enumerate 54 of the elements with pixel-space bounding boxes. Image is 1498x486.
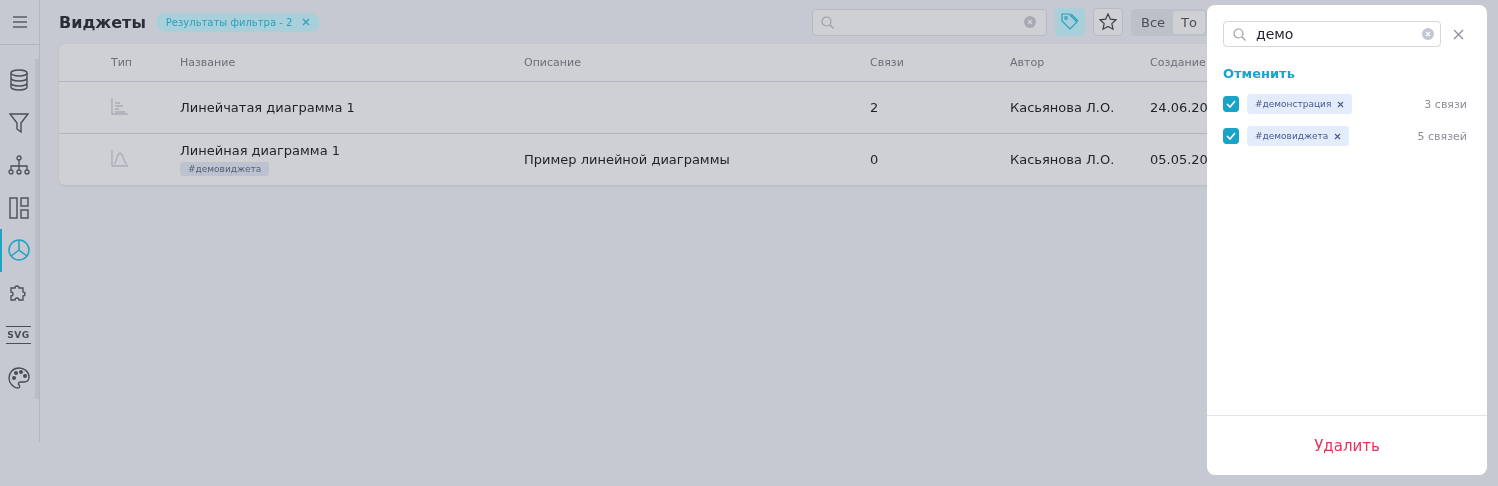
filter-tab[interactable]: То — [1173, 10, 1205, 34]
table-cell: Касьянова Л.О. — [1010, 100, 1115, 115]
tag-chip: #демовиджета — [1247, 126, 1350, 146]
search-field[interactable]: демо — [1223, 21, 1441, 47]
cancel-link[interactable]: Отменить — [1223, 66, 1295, 81]
delete-button[interactable]: Удалить — [1304, 432, 1390, 459]
tag-icon — [1061, 13, 1079, 31]
star-icon — [1099, 13, 1117, 31]
column-header: Описание — [524, 56, 582, 69]
search-icon — [821, 15, 834, 29]
remove-icon[interactable] — [1337, 100, 1345, 108]
checkbox[interactable] — [1223, 96, 1239, 112]
remove-icon[interactable] — [1334, 132, 1342, 140]
database-icon — [8, 69, 29, 92]
column-header: Тип — [110, 56, 134, 69]
search-field[interactable] — [812, 8, 1047, 36]
page-title: Виджеты — [59, 12, 146, 32]
table-cell: 05.05.20 — [1150, 152, 1207, 167]
bar-chart-icon — [111, 97, 129, 115]
table-cell: 24.06.20 — [1150, 100, 1207, 115]
check-icon — [1226, 100, 1236, 108]
hierarchy-icon — [7, 155, 30, 176]
close-icon[interactable] — [1453, 28, 1464, 40]
pie-chart-icon — [7, 239, 30, 262]
checkbox[interactable] — [1223, 128, 1239, 144]
check-icon — [1226, 132, 1236, 140]
link-count: 5 связей — [1417, 129, 1467, 143]
search-input[interactable]: демо — [1254, 25, 1414, 43]
line-chart-icon — [111, 149, 129, 167]
table-cell: Пример линейной диаграммы — [524, 152, 730, 167]
tag-chip: #демовиджета — [180, 162, 270, 176]
filter-icon — [8, 112, 29, 133]
close-icon[interactable] — [302, 18, 311, 26]
table-cell: Касьянова Л.О. — [1010, 152, 1115, 167]
column-header: Создание — [1150, 56, 1207, 69]
column-header: Связи — [870, 56, 905, 69]
tag-chip: #демонстрация — [1247, 94, 1353, 114]
column-header: Название — [180, 56, 237, 69]
favorites-button[interactable] — [1093, 8, 1123, 36]
tag-filter-button[interactable] — [1055, 8, 1085, 36]
link-count: 3 связи — [1424, 97, 1467, 111]
palette-icon — [7, 366, 30, 389]
sidebar-item[interactable]: SVG — [0, 314, 35, 357]
table-cell: Линейчатая диаграмма 1 — [180, 100, 355, 115]
table-cell: Линейная диаграмма 1 — [180, 143, 341, 158]
menu-icon[interactable] — [11, 15, 28, 29]
layout-icon — [8, 196, 29, 219]
table-cell: 0 — [870, 152, 879, 167]
clear-icon[interactable] — [1422, 28, 1434, 40]
column-header: Автор — [1010, 56, 1046, 69]
clear-icon[interactable] — [1024, 16, 1036, 28]
table-cell: 2 — [870, 100, 879, 115]
filter-tab[interactable]: Все — [1133, 10, 1174, 34]
search-icon — [1233, 27, 1246, 41]
